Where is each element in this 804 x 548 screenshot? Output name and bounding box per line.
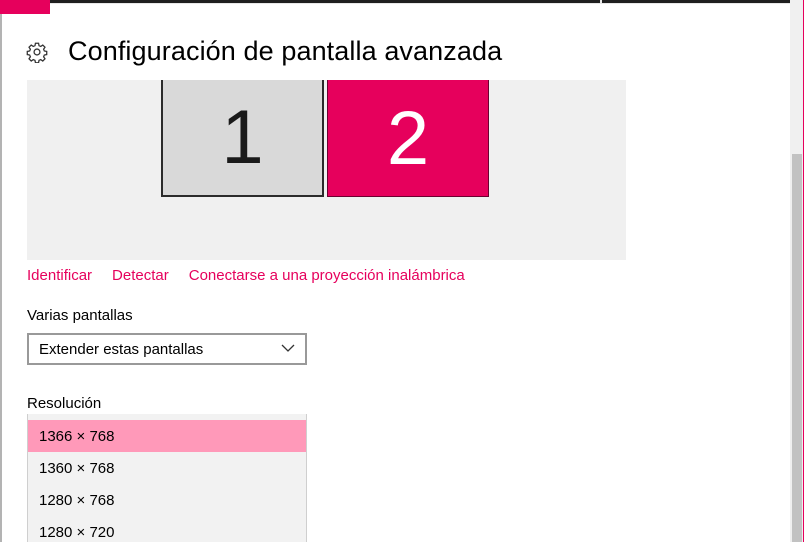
display-2-number: 2 — [386, 95, 430, 181]
scrollbar-thumb[interactable] — [792, 154, 802, 542]
display-1-number: 1 — [221, 95, 264, 180]
display-arrangement-area[interactable]: 1 2 — [27, 80, 626, 260]
multiple-displays-label: Varias pantallas — [27, 307, 133, 324]
resolution-option[interactable]: 1280 × 720 — [28, 516, 306, 548]
display-2-tile[interactable]: 2 — [327, 80, 489, 197]
resolution-label: Resolución — [27, 395, 102, 412]
display-1-tile[interactable]: 1 — [161, 80, 324, 197]
page-title: Configuración de pantalla avanzada — [68, 36, 503, 66]
page-header: Configuración de pantalla avanzada — [26, 36, 502, 67]
resolution-option-selected[interactable]: 1366 × 768 — [28, 420, 306, 452]
resolution-option[interactable]: 1280 × 768 — [28, 484, 306, 516]
detect-link[interactable]: Detectar — [112, 267, 169, 284]
identify-link[interactable]: Identificar — [27, 267, 92, 284]
wireless-projection-link[interactable]: Conectarse a una proyección inalámbrica — [189, 267, 465, 284]
multiple-displays-value: Extender estas pantallas — [39, 340, 204, 358]
resolution-option[interactable]: 1360 × 768 — [28, 452, 306, 484]
vertical-scrollbar[interactable] — [790, 0, 804, 542]
gear-icon — [26, 42, 48, 63]
chevron-down-icon — [281, 344, 295, 352]
display-actions: Identificar Detectar Conectarse a una pr… — [27, 267, 465, 284]
settings-page: Configuración de pantalla avanzada 1 2 I… — [0, 0, 790, 542]
multiple-displays-dropdown[interactable]: Extender estas pantallas — [27, 333, 307, 365]
resolution-dropdown-list[interactable]: 1366 × 768 1360 × 768 1280 × 768 1280 × … — [27, 414, 307, 542]
